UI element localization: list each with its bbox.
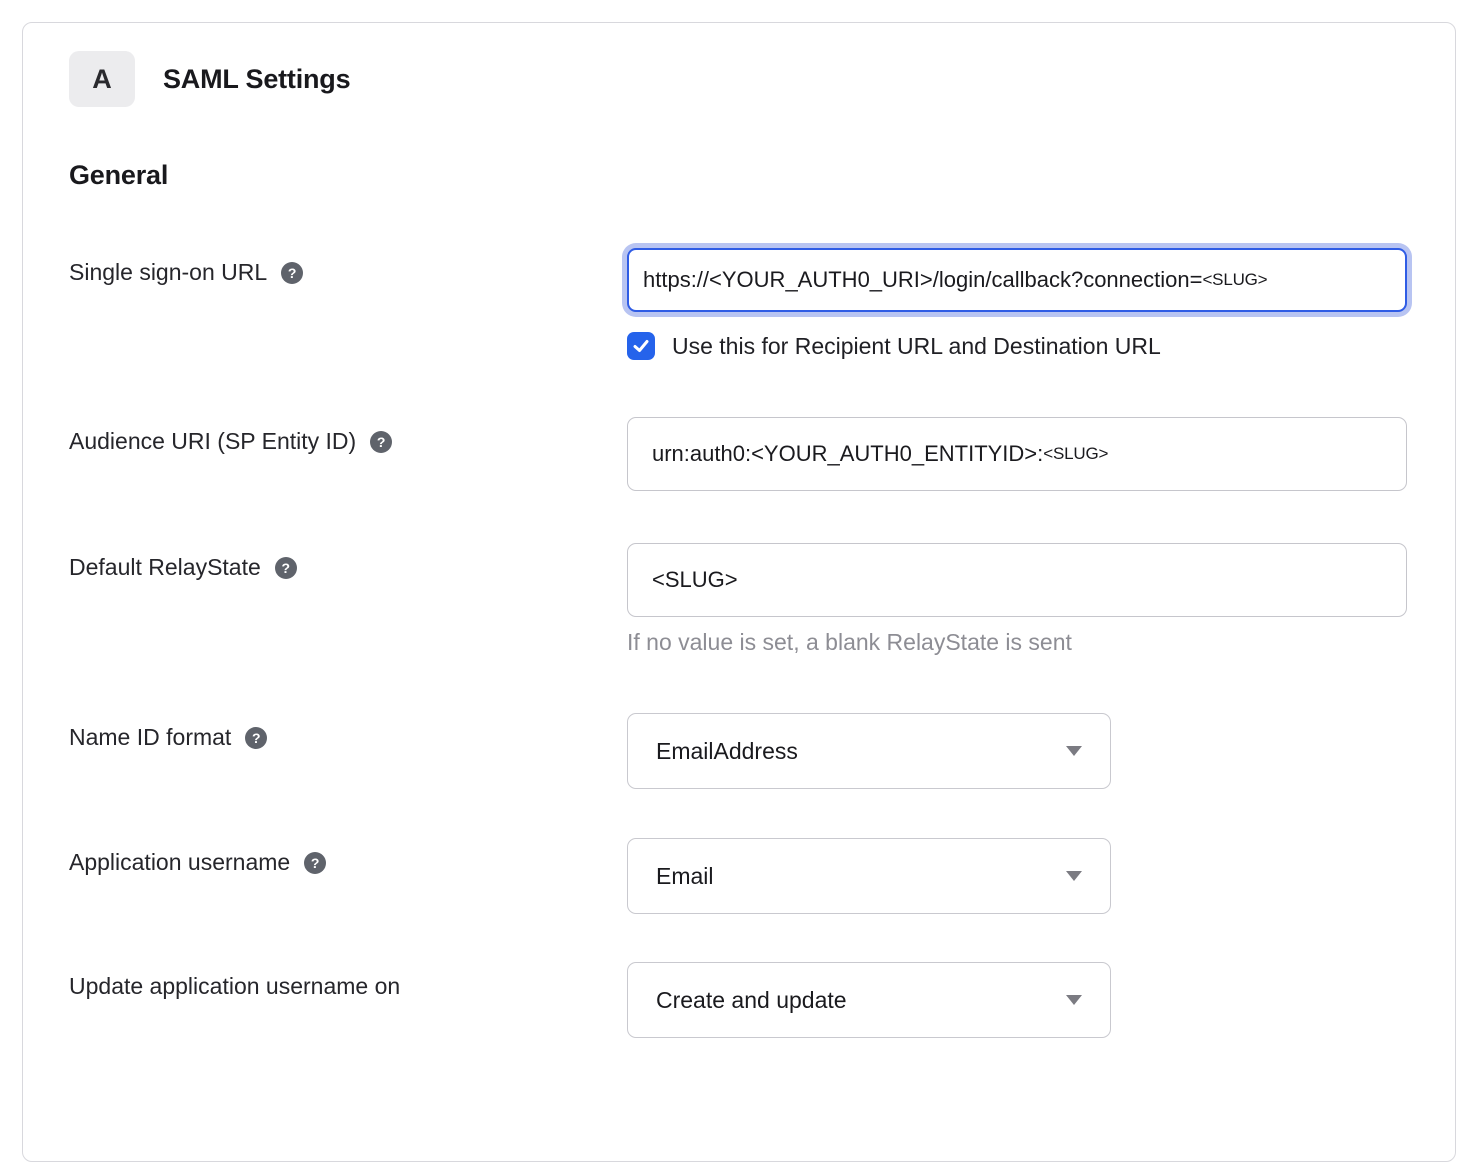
sso-url-help-icon[interactable]: ? bbox=[281, 262, 303, 284]
audience-uri-label-cell: Audience URI (SP Entity ID) ? bbox=[69, 417, 627, 455]
application-username-select[interactable]: Email bbox=[627, 838, 1111, 914]
audience-uri-label: Audience URI (SP Entity ID) bbox=[69, 428, 356, 455]
update-application-username-selected-value: Create and update bbox=[656, 987, 847, 1014]
chevron-down-icon bbox=[1066, 995, 1082, 1005]
default-relaystate-label-cell: Default RelayState ? bbox=[69, 543, 627, 581]
name-id-format-label: Name ID format bbox=[69, 724, 231, 751]
default-relaystate-hint: If no value is set, a blank RelayState i… bbox=[627, 629, 1409, 656]
default-relaystate-value: <SLUG> bbox=[652, 567, 738, 593]
audience-uri-input[interactable]: urn:auth0:<YOUR_AUTH0_ENTITYID>:<SLUG> bbox=[627, 417, 1407, 491]
chevron-down-icon bbox=[1066, 871, 1082, 881]
update-application-username-select[interactable]: Create and update bbox=[627, 962, 1111, 1038]
update-application-username-label: Update application username on bbox=[69, 973, 400, 1000]
application-username-selected-value: Email bbox=[656, 863, 714, 890]
default-relaystate-input[interactable]: <SLUG> bbox=[627, 543, 1407, 617]
default-relaystate-label: Default RelayState bbox=[69, 554, 261, 581]
name-id-format-help-icon[interactable]: ? bbox=[245, 727, 267, 749]
audience-uri-help-icon[interactable]: ? bbox=[370, 431, 392, 453]
name-id-format-select[interactable]: EmailAddress bbox=[627, 713, 1111, 789]
sso-url-value: https://<YOUR_AUTH0_URI>/login/callback?… bbox=[643, 267, 1202, 293]
saml-settings-card: A SAML Settings General Single sign-on U… bbox=[22, 22, 1456, 1162]
name-id-format-label-cell: Name ID format ? bbox=[69, 713, 627, 751]
name-id-format-selected-value: EmailAddress bbox=[656, 738, 798, 765]
update-application-username-label-cell: Update application username on bbox=[69, 962, 627, 1000]
application-username-row: Application username ? Email bbox=[69, 838, 1409, 914]
recipient-url-checkbox-row: Use this for Recipient URL and Destinati… bbox=[627, 332, 1409, 360]
recipient-url-checkbox-label: Use this for Recipient URL and Destinati… bbox=[672, 333, 1161, 360]
update-application-username-row: Update application username on Create an… bbox=[69, 962, 1409, 1038]
page-title: SAML Settings bbox=[163, 64, 350, 95]
default-relaystate-help-icon[interactable]: ? bbox=[275, 557, 297, 579]
audience-uri-row: Audience URI (SP Entity ID) ? urn:auth0:… bbox=[69, 417, 1409, 491]
audience-uri-value-slug: <SLUG> bbox=[1043, 444, 1108, 464]
sso-url-label-cell: Single sign-on URL ? bbox=[69, 248, 627, 286]
name-id-format-row: Name ID format ? EmailAddress bbox=[69, 713, 1409, 789]
application-username-label-cell: Application username ? bbox=[69, 838, 627, 876]
section-header: A SAML Settings bbox=[69, 51, 1409, 107]
general-heading: General bbox=[69, 160, 1409, 191]
audience-uri-value: urn:auth0:<YOUR_AUTH0_ENTITYID>: bbox=[652, 441, 1043, 467]
default-relaystate-row: Default RelayState ? <SLUG> If no value … bbox=[69, 543, 1409, 656]
sso-url-label: Single sign-on URL bbox=[69, 259, 267, 286]
recipient-url-checkbox[interactable] bbox=[627, 332, 655, 360]
sso-url-row: Single sign-on URL ? https://<YOUR_AUTH0… bbox=[69, 248, 1409, 360]
checkmark-icon bbox=[631, 336, 651, 356]
sso-url-value-slug: <SLUG> bbox=[1202, 270, 1267, 290]
step-badge: A bbox=[69, 51, 135, 107]
application-username-help-icon[interactable]: ? bbox=[304, 852, 326, 874]
chevron-down-icon bbox=[1066, 746, 1082, 756]
application-username-label: Application username bbox=[69, 849, 290, 876]
sso-url-input[interactable]: https://<YOUR_AUTH0_URI>/login/callback?… bbox=[627, 248, 1407, 312]
